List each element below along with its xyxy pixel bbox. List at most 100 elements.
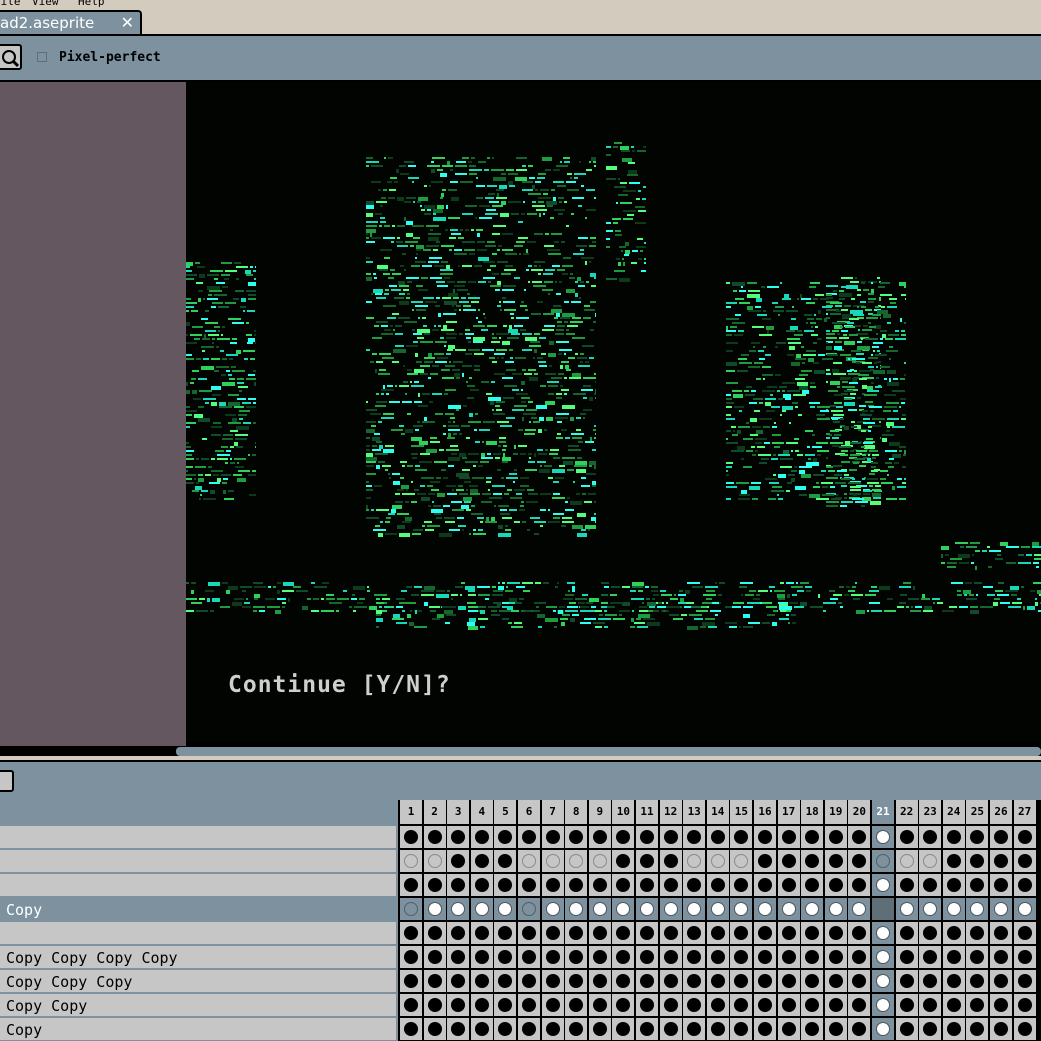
cel[interactable] xyxy=(494,850,517,872)
cel[interactable] xyxy=(706,946,729,968)
cel[interactable] xyxy=(754,826,776,848)
cel[interactable] xyxy=(919,826,942,848)
cel[interactable] xyxy=(966,946,989,968)
frame-header[interactable]: 6 xyxy=(518,800,540,824)
cel[interactable] xyxy=(730,826,753,848)
cel[interactable] xyxy=(848,994,871,1016)
cel[interactable] xyxy=(541,874,564,896)
cel[interactable] xyxy=(754,874,776,896)
cel[interactable] xyxy=(966,898,989,920)
cel[interactable] xyxy=(966,1018,989,1040)
cel[interactable] xyxy=(518,922,540,944)
cel[interactable] xyxy=(990,874,1012,896)
cel[interactable] xyxy=(754,1018,776,1040)
frame-header[interactable]: 19 xyxy=(824,800,847,824)
frame-header[interactable]: 21 xyxy=(872,800,894,824)
cel[interactable] xyxy=(636,850,658,872)
cel[interactable] xyxy=(636,970,658,992)
cel[interactable] xyxy=(919,994,942,1016)
cel[interactable] xyxy=(659,1018,682,1040)
cel[interactable] xyxy=(824,970,847,992)
cel[interactable] xyxy=(400,994,422,1016)
frame-header[interactable]: 3 xyxy=(447,800,470,824)
layer-row[interactable]: Copy Copy xyxy=(0,994,396,1016)
cel[interactable] xyxy=(541,994,564,1016)
cel[interactable] xyxy=(565,826,588,848)
frame-header[interactable]: 2 xyxy=(423,800,446,824)
frame-header[interactable]: 18 xyxy=(801,800,824,824)
layer-row[interactable] xyxy=(0,826,396,848)
cel[interactable] xyxy=(942,946,965,968)
cel[interactable] xyxy=(754,898,776,920)
cel[interactable] xyxy=(541,826,564,848)
cel[interactable] xyxy=(942,874,965,896)
cel[interactable] xyxy=(824,850,847,872)
cel[interactable] xyxy=(777,994,800,1016)
cel[interactable] xyxy=(824,946,847,968)
cel[interactable] xyxy=(470,826,493,848)
cel[interactable] xyxy=(966,922,989,944)
frame-header[interactable]: 10 xyxy=(612,800,635,824)
frame-header[interactable]: 7 xyxy=(541,800,564,824)
cel[interactable] xyxy=(966,850,989,872)
cel[interactable] xyxy=(636,826,658,848)
cel[interactable] xyxy=(730,850,753,872)
cel[interactable] xyxy=(612,970,635,992)
cel[interactable] xyxy=(541,850,564,872)
cel[interactable] xyxy=(518,850,540,872)
frame-header[interactable]: 16 xyxy=(754,800,776,824)
cel[interactable] xyxy=(872,922,894,944)
cel[interactable] xyxy=(470,970,493,992)
cel[interactable] xyxy=(659,994,682,1016)
cel[interactable] xyxy=(872,898,894,920)
cel[interactable] xyxy=(659,850,682,872)
cel[interactable] xyxy=(612,826,635,848)
cel[interactable] xyxy=(400,874,422,896)
cel[interactable] xyxy=(730,994,753,1016)
cel[interactable] xyxy=(494,826,517,848)
cel[interactable] xyxy=(447,826,470,848)
cel[interactable] xyxy=(423,994,446,1016)
cel[interactable] xyxy=(565,922,588,944)
menu-help[interactable]: Help xyxy=(78,0,105,8)
cel[interactable] xyxy=(801,874,824,896)
cel[interactable] xyxy=(470,850,493,872)
cel[interactable] xyxy=(447,946,470,968)
cel[interactable] xyxy=(706,898,729,920)
cel[interactable] xyxy=(1013,994,1036,1016)
cel[interactable] xyxy=(565,898,588,920)
cel[interactable] xyxy=(541,1018,564,1040)
cel[interactable] xyxy=(1013,946,1036,968)
cel[interactable] xyxy=(706,850,729,872)
cel[interactable] xyxy=(683,874,706,896)
cel[interactable] xyxy=(447,898,470,920)
cel[interactable] xyxy=(612,898,635,920)
cel[interactable] xyxy=(848,1018,871,1040)
cel[interactable] xyxy=(470,994,493,1016)
document-tab[interactable]: ad2.aseprite ✕ xyxy=(0,10,142,34)
cel[interactable] xyxy=(683,898,706,920)
cel[interactable] xyxy=(494,1018,517,1040)
frame-header[interactable]: 8 xyxy=(565,800,588,824)
cel[interactable] xyxy=(895,898,918,920)
cel[interactable] xyxy=(423,850,446,872)
cel[interactable] xyxy=(565,850,588,872)
cel[interactable] xyxy=(612,874,635,896)
cel[interactable] xyxy=(942,922,965,944)
cel[interactable] xyxy=(518,994,540,1016)
cel[interactable] xyxy=(400,826,422,848)
cel[interactable] xyxy=(801,994,824,1016)
cel[interactable] xyxy=(966,826,989,848)
cel[interactable] xyxy=(565,1018,588,1040)
timeline-options-button[interactable] xyxy=(0,770,14,792)
cel[interactable] xyxy=(730,946,753,968)
cel[interactable] xyxy=(872,826,894,848)
cel[interactable] xyxy=(990,994,1012,1016)
layer-row[interactable]: Copy Copy Copy xyxy=(0,970,396,992)
cel[interactable] xyxy=(423,898,446,920)
cel[interactable] xyxy=(801,850,824,872)
cel[interactable] xyxy=(801,970,824,992)
cel[interactable] xyxy=(919,946,942,968)
layer-row[interactable]: Copy xyxy=(0,898,396,920)
cel[interactable] xyxy=(848,922,871,944)
